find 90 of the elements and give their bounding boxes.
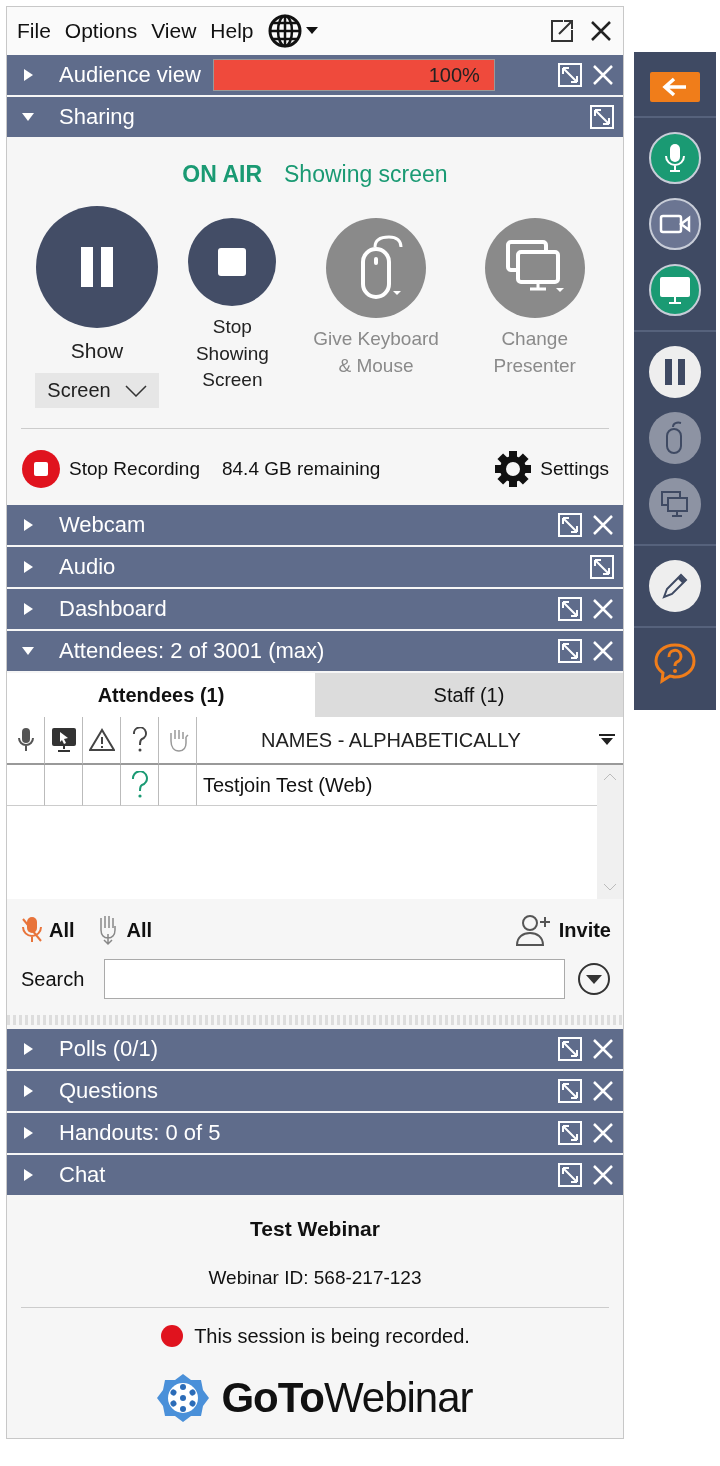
pane-header[interactable]: Audio — [7, 547, 623, 588]
resize-grip[interactable] — [7, 1015, 623, 1026]
popout-icon[interactable] — [557, 638, 583, 665]
logo-icon — [157, 1372, 210, 1425]
arrow-left-icon — [662, 77, 688, 97]
sort-caret-icon — [599, 734, 615, 747]
back-button[interactable] — [650, 72, 700, 102]
chevron-icon — [124, 384, 147, 397]
action-label: Give Keyboard & Mouse — [312, 327, 440, 378]
popout-icon[interactable] — [557, 596, 583, 623]
microphone-icon — [16, 727, 35, 754]
recording-dot-icon — [160, 1324, 185, 1349]
meter-reading: 100% — [428, 64, 480, 87]
popout-icon[interactable] — [557, 1120, 583, 1147]
stop-recording-icon — [21, 449, 61, 490]
presenter-screen-icon — [50, 727, 77, 754]
draw-button[interactable] — [649, 560, 701, 612]
expand-icon[interactable] — [21, 1084, 35, 1099]
pause-button[interactable] — [649, 346, 701, 398]
mouse-button[interactable] — [649, 412, 701, 464]
camera-toggle[interactable] — [649, 198, 701, 250]
stop-recording-button[interactable]: Stop Recording — [21, 449, 200, 490]
settings-icon — [494, 450, 533, 489]
add-person-icon — [514, 913, 553, 948]
on-air-label: ON AIR — [182, 161, 262, 188]
close-icon[interactable] — [589, 19, 613, 43]
pane-header[interactable]: Webcam — [7, 505, 623, 546]
storage-remaining: 84.4 GB remaining — [221, 458, 381, 481]
pause-icon — [79, 247, 115, 287]
share-type-dropdown[interactable]: Screen — [35, 373, 159, 409]
pane-header[interactable]: Chat — [7, 1155, 623, 1196]
screen-toggle[interactable] — [649, 264, 701, 316]
menu-item[interactable]: Options — [64, 19, 138, 43]
question-icon — [131, 727, 148, 754]
search-label: Search — [21, 967, 85, 991]
stop-icon — [218, 248, 247, 276]
expand-icon[interactable] — [21, 1168, 35, 1183]
help-icon[interactable] — [652, 642, 698, 684]
expand-icon[interactable] — [21, 602, 35, 617]
pane-header[interactable]: Sharing — [7, 97, 623, 137]
webinar-id: Webinar ID: 568-217-123 — [208, 1267, 422, 1290]
expand-icon[interactable] — [21, 560, 35, 575]
pane-header[interactable]: Audience view 100% — [7, 55, 623, 95]
lower-hands-button[interactable]: All — [94, 914, 153, 947]
mic-toggle[interactable] — [649, 132, 701, 184]
expand-icon[interactable] — [21, 1042, 35, 1057]
recording-notice: This session is being recorded. — [194, 1324, 470, 1348]
expand-icon[interactable] — [21, 68, 35, 82]
settings-button[interactable]: Settings — [494, 450, 609, 489]
warning-icon — [88, 728, 115, 753]
pane-header[interactable]: Dashboard — [7, 589, 623, 630]
sharing-status: Showing screen — [284, 161, 448, 188]
dropdown-circle-icon[interactable] — [577, 962, 611, 997]
mute-all-button[interactable]: All — [21, 915, 75, 946]
action-label: Change Presenter — [492, 327, 577, 378]
monitor-icon — [658, 275, 692, 305]
popout-icon[interactable] — [589, 104, 615, 130]
globe-icon[interactable] — [267, 14, 320, 48]
pane-header[interactable]: Handouts: 0 of 5 — [7, 1113, 623, 1154]
pause-icon — [664, 359, 686, 385]
presenter-button[interactable] — [649, 478, 701, 530]
popout-icon[interactable] — [549, 18, 575, 44]
action-label: Show — [70, 338, 124, 364]
popout-icon[interactable] — [557, 1162, 583, 1189]
attendee-name[interactable]: Testjoin Test (Web) — [197, 765, 597, 807]
popout-icon[interactable] — [589, 554, 615, 581]
invite-button[interactable]: Invite — [514, 913, 611, 948]
attendee-tab[interactable]: Staff (1) — [315, 673, 623, 718]
pencil-icon — [660, 571, 690, 601]
pane-header[interactable]: Attendees: 2 of 3001 (max) — [7, 631, 623, 672]
expand-icon[interactable] — [21, 518, 35, 533]
logo-text: GoToWebinar — [221, 1374, 473, 1423]
menu-item[interactable]: File — [17, 19, 51, 43]
question-icon — [130, 771, 149, 800]
webinar-title: Test Webinar — [250, 1217, 380, 1242]
menu-item[interactable]: View — [151, 19, 197, 43]
camera-icon — [659, 213, 691, 235]
attendee-tab[interactable]: Attendees (1) — [7, 673, 315, 718]
expand-icon[interactable] — [21, 1126, 35, 1141]
screens-icon — [660, 490, 690, 518]
menu-item[interactable]: Help — [210, 19, 254, 43]
pane-header[interactable]: Polls (0/1) — [7, 1029, 623, 1070]
pane-header[interactable]: Questions — [7, 1071, 623, 1112]
action-label: Stop Showing Screen — [194, 315, 270, 393]
popout-icon[interactable] — [557, 1036, 583, 1063]
microphone-icon — [664, 143, 686, 173]
search-field[interactable] — [104, 959, 565, 1000]
popout-icon[interactable] — [557, 1078, 583, 1105]
popout-icon[interactable] — [557, 62, 583, 88]
popout-icon[interactable] — [557, 512, 583, 539]
